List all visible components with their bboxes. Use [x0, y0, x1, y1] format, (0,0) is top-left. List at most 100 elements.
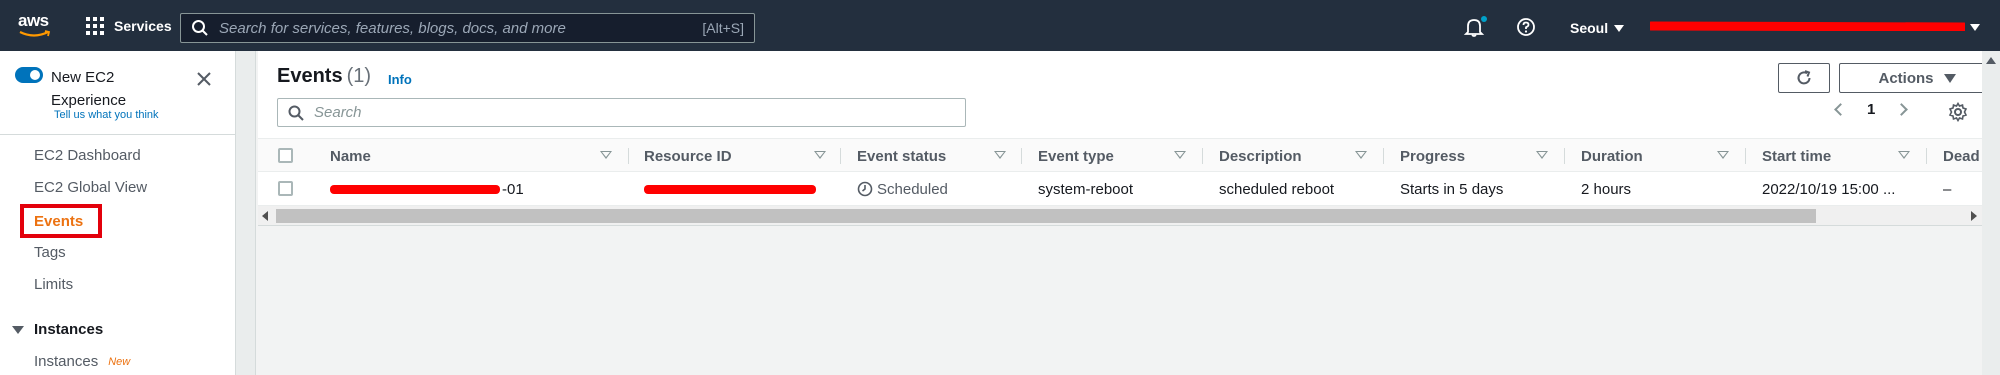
redaction-mark — [330, 184, 500, 194]
sidebar-divider — [0, 134, 236, 135]
cell-start-time: 2022/10/19 15:00 ... — [1762, 180, 1896, 198]
top-navigation-bar: aws Services Search for services, featur… — [0, 0, 2000, 51]
notification-dot — [1481, 16, 1487, 22]
info-link[interactable]: Info — [388, 72, 412, 87]
clock-icon — [857, 181, 873, 197]
scroll-up-icon[interactable] — [1986, 57, 1996, 64]
gear-icon[interactable] — [1948, 102, 1968, 122]
column-header-event-type[interactable]: Event type — [1038, 139, 1158, 173]
sort-icon[interactable] — [1536, 151, 1548, 159]
column-divider[interactable] — [628, 148, 629, 164]
cell-duration: 2 hours — [1581, 180, 1632, 198]
feedback-link[interactable]: Tell us what you think — [54, 109, 159, 121]
cell-deadline: – — [1943, 180, 1952, 198]
column-header-event-status[interactable]: Event status — [857, 139, 977, 173]
cell-event-type: system-reboot — [1038, 180, 1134, 198]
sidebar-section-instances[interactable]: Instances — [12, 321, 103, 338]
scrollbar-thumb[interactable] — [276, 209, 1816, 223]
sort-icon[interactable] — [1898, 151, 1910, 159]
next-page-icon[interactable] — [1895, 103, 1909, 116]
events-search-placeholder: Search — [314, 104, 362, 121]
sidebar-item-limits[interactable]: Limits — [34, 276, 73, 293]
pagination: 1 — [1834, 101, 1909, 118]
global-search-input[interactable]: Search for services, features, blogs, do… — [180, 13, 755, 43]
caret-down-icon — [12, 325, 24, 334]
refresh-icon — [1797, 70, 1811, 85]
column-header-progress[interactable]: Progress — [1400, 139, 1520, 173]
column-header-duration[interactable]: Duration — [1581, 139, 1701, 173]
ec2-side-navigation: New EC2 Experience Tell us what you thin… — [0, 51, 236, 375]
services-grid-icon — [86, 17, 104, 35]
events-table-container: Events (1) Info Actions Search 1 Name Res… — [258, 51, 2000, 226]
sort-icon[interactable] — [994, 151, 1006, 159]
close-icon[interactable] — [196, 71, 212, 87]
events-count: (1) — [346, 65, 372, 87]
column-header-name[interactable]: Name — [330, 139, 530, 173]
column-header-start-time[interactable]: Start time — [1762, 139, 1882, 173]
row-checkbox[interactable] — [278, 181, 293, 196]
services-label: Services — [114, 18, 172, 34]
region-selector[interactable]: Seoul — [1570, 20, 1625, 36]
sidebar-item-ec2-dashboard[interactable]: EC2 Dashboard — [34, 147, 141, 164]
sort-icon[interactable] — [1174, 151, 1186, 159]
sort-icon[interactable] — [814, 151, 826, 159]
scroll-left-icon[interactable] — [262, 211, 268, 221]
redaction-mark — [644, 184, 816, 194]
account-caret-down-icon[interactable] — [1970, 24, 1980, 31]
select-all-checkbox[interactable] — [278, 148, 293, 163]
page-title: Events (1) — [277, 65, 372, 87]
column-divider[interactable] — [1745, 148, 1746, 164]
scroll-right-icon[interactable] — [1971, 211, 1977, 221]
actions-dropdown-button[interactable]: Actions — [1839, 63, 1995, 93]
column-divider[interactable] — [1202, 148, 1203, 164]
aws-logo-text: aws — [18, 11, 49, 30]
column-divider[interactable] — [1021, 148, 1022, 164]
search-icon — [288, 105, 304, 121]
actions-label: Actions — [1878, 69, 1934, 87]
cell-progress: Starts in 5 days — [1400, 180, 1504, 198]
services-menu-button[interactable]: Services — [86, 16, 172, 36]
cell-description: scheduled reboot — [1219, 180, 1335, 198]
new-badge: New — [108, 355, 131, 368]
horizontal-scrollbar[interactable] — [258, 206, 1982, 226]
account-menu-redacted[interactable] — [1650, 21, 1965, 31]
sidebar-item-events[interactable]: Events — [34, 213, 83, 230]
help-icon[interactable] — [1516, 17, 1536, 37]
caret-down-icon — [1614, 24, 1625, 32]
events-search-input[interactable]: Search — [277, 98, 966, 127]
sidebar-item-label: Instances — [34, 353, 99, 370]
table-header: Name Resource ID Event status Event type… — [258, 138, 1982, 172]
aws-smile-icon — [19, 30, 51, 37]
notifications-bell-icon[interactable] — [1463, 16, 1487, 38]
region-label: Seoul — [1570, 20, 1609, 36]
sidebar-section-label: Instances — [34, 321, 104, 338]
caret-down-icon — [1943, 73, 1956, 83]
sidebar-item-tags[interactable]: Tags — [34, 244, 66, 261]
search-shortcut-hint: [Alt+S] — [702, 20, 744, 36]
sidebar-item-instances[interactable]: Instances New — [34, 353, 130, 370]
column-header-description[interactable]: Description — [1219, 139, 1339, 173]
page-scrollbar[interactable] — [1982, 51, 2000, 375]
refresh-button[interactable] — [1778, 63, 1830, 93]
sidebar-scroll-track[interactable] — [236, 51, 256, 375]
previous-page-icon[interactable] — [1834, 103, 1847, 116]
new-experience-label: New EC2 Experience — [51, 69, 127, 109]
table-row[interactable]: -01 Scheduled system-reboot scheduled re… — [258, 172, 1982, 206]
global-search-placeholder: Search for services, features, blogs, do… — [219, 19, 566, 37]
column-header-resource-id[interactable]: Resource ID — [644, 139, 824, 173]
new-experience-toggle[interactable] — [15, 67, 43, 83]
current-page-number[interactable]: 1 — [1867, 101, 1875, 118]
cell-name: -01 — [330, 172, 570, 206]
column-divider[interactable] — [1926, 148, 1927, 164]
sort-icon[interactable] — [1355, 151, 1367, 159]
column-divider[interactable] — [1383, 148, 1384, 164]
sort-icon[interactable] — [1717, 151, 1729, 159]
aws-logo[interactable]: aws — [18, 12, 54, 40]
column-divider[interactable] — [1564, 148, 1565, 164]
column-divider[interactable] — [840, 148, 841, 164]
search-icon — [192, 20, 208, 36]
cell-resource-id[interactable] — [644, 172, 824, 206]
column-header-deadline[interactable]: Dead — [1943, 139, 1982, 173]
sidebar-item-ec2-global-view[interactable]: EC2 Global View — [34, 179, 147, 196]
sort-icon[interactable] — [600, 151, 612, 159]
